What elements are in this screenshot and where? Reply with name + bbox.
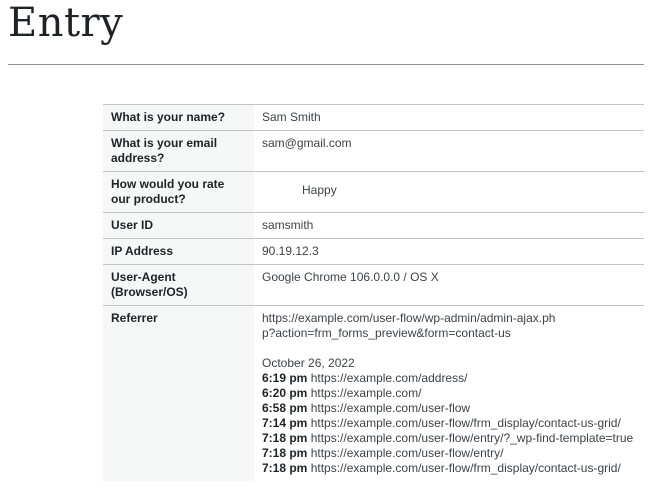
referrer-url: https://example.com/user-flow/wp-admin/a… [262,311,556,340]
field-label-user-agent: User-Agent (Browser/OS) [103,264,254,306]
field-value-user-id: samsmith [262,218,314,232]
list-item: 7:18 pm https://example.com/user-flow/fr… [262,461,636,476]
field-label-name: What is your name? [103,104,254,131]
history-url: https://example.com/user-flow [310,401,471,415]
page-title: Entry [8,0,124,46]
list-item: 6:20 pm https://example.com/ [262,386,636,401]
list-item: 6:58 pm https://example.com/user-flow [262,401,636,416]
list-item: 6:19 pm https://example.com/address/ [262,371,636,386]
history-time: 6:20 pm [262,386,308,400]
history-time: 7:18 pm [262,431,308,445]
referrer-date: October 26, 2022 [262,356,355,370]
list-item: 7:18 pm https://example.com/user-flow/en… [262,446,636,461]
field-label-referrer: Referrer [103,305,254,481]
field-value-ip-address: 90.19.12.3 [262,244,319,258]
history-time: 6:19 pm [262,371,308,385]
table-row: What is your name? Sam Smith [103,104,644,131]
table-row: How would you rate our product? Happy [103,171,644,213]
field-value-rating-cell: Happy [254,172,644,213]
history-url: https://example.com/user-flow/frm_displa… [310,461,621,475]
history-url: https://example.com/address/ [310,371,468,385]
history-url: https://example.com/user-flow/entry/?_wp… [310,431,634,445]
field-value-rating: Happy [302,183,337,197]
field-value-referrer: https://example.com/user-flow/wp-admin/a… [254,306,644,482]
table-row: Referrer https://example.com/user-flow/w… [103,305,644,482]
referrer-history: October 26, 2022 6:19 pm https://example… [262,356,636,476]
title-divider [8,64,644,65]
list-item: 7:14 pm https://example.com/user-flow/fr… [262,416,636,431]
field-value-user-agent: Google Chrome 106.0.0.0 / OS X [262,270,439,284]
field-label-email: What is your email address? [103,130,254,172]
history-time: 6:58 pm [262,401,308,415]
field-label-user-id: User ID [103,212,254,239]
table-row: User-Agent (Browser/OS) Google Chrome 10… [103,264,644,306]
list-item: 7:18 pm https://example.com/user-flow/en… [262,431,636,446]
history-time: 7:14 pm [262,416,308,430]
history-url: https://example.com/ [310,386,422,400]
table-row: User ID samsmith [103,212,644,239]
field-label-ip-address: IP Address [103,238,254,265]
field-value-email: sam@gmail.com [262,136,352,150]
field-value-name: Sam Smith [262,110,321,124]
table-row: What is your email address? sam@gmail.co… [103,130,644,172]
field-label-rating: How would you rate our product? [103,171,254,213]
history-time: 7:18 pm [262,446,308,460]
history-time: 7:18 pm [262,461,308,475]
history-url: https://example.com/user-flow/frm_displa… [310,416,621,430]
entry-details-table: What is your name? Sam Smith What is you… [103,104,644,481]
table-row: IP Address 90.19.12.3 [103,238,644,265]
history-url: https://example.com/user-flow/entry/ [310,446,504,460]
